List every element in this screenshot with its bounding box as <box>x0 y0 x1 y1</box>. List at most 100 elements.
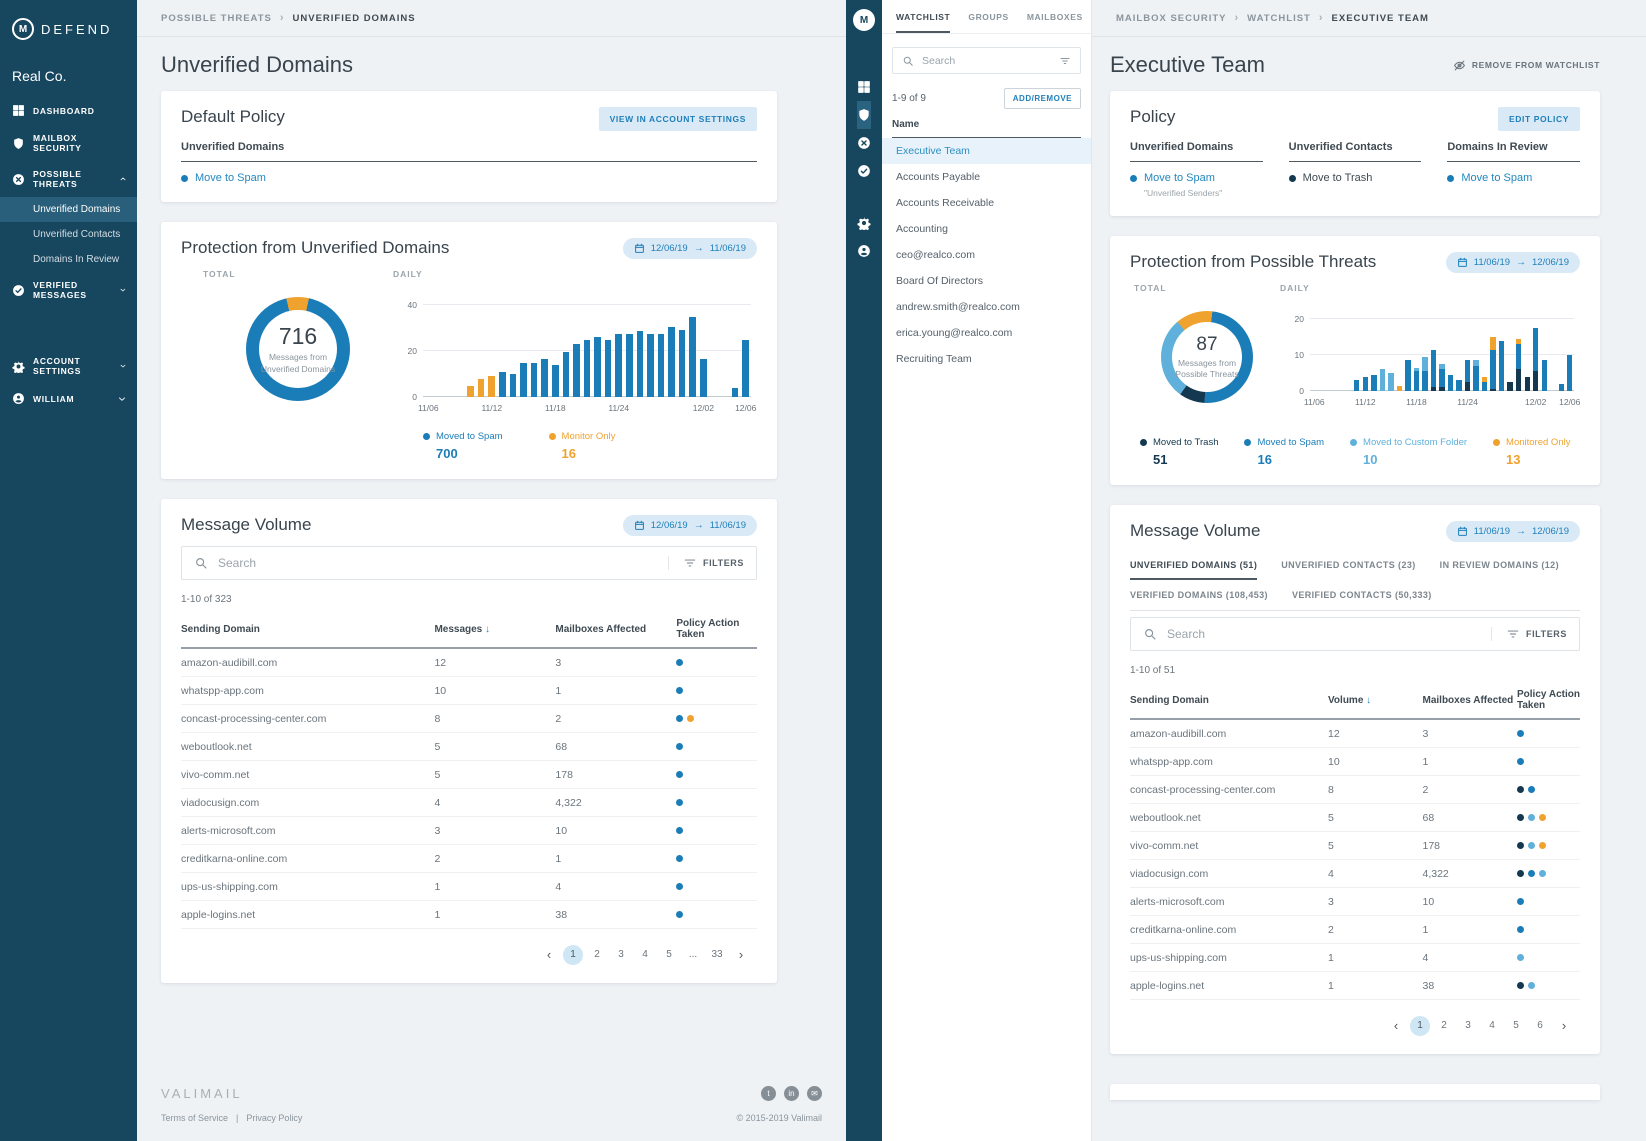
sidebar-subitem-unverified-domains[interactable]: Unverified Domains <box>0 197 137 222</box>
remove-from-watchlist-button[interactable]: REMOVE FROM WATCHLIST <box>1453 59 1600 72</box>
watchlist-item-erica-young-realco-com[interactable]: erica.young@realco.com <box>882 320 1091 346</box>
search-input[interactable] <box>1167 627 1481 641</box>
email-icon[interactable]: ✉ <box>807 1086 822 1101</box>
breadcrumb-unverified-domains[interactable]: UNVERIFIED DOMAINS <box>293 13 416 24</box>
tab-mailboxes[interactable]: MAILBOXES <box>1027 12 1083 33</box>
column-header-policy-action-taken[interactable]: Policy Action Taken <box>1517 682 1580 719</box>
rail-gear-icon[interactable] <box>857 209 871 237</box>
watchlist-item-recruiting-team[interactable]: Recruiting Team <box>882 346 1091 372</box>
table-row[interactable]: ups-us-shipping.com14 <box>1130 944 1580 972</box>
column-header-sending-domain[interactable]: Sending Domain <box>1130 682 1328 719</box>
previous-page-button[interactable]: ‹ <box>539 945 559 965</box>
view-in-account-settings-button[interactable]: VIEW IN ACCOUNT SETTINGS <box>599 107 757 131</box>
table-row[interactable]: apple-logins.net138 <box>181 901 757 929</box>
column-header-messages[interactable]: Messages ↓ <box>434 611 555 648</box>
table-row[interactable]: vivo-comm.net5178 <box>1130 832 1580 860</box>
page-1[interactable]: 1 <box>563 945 583 965</box>
table-row[interactable]: creditkarna-online.com21 <box>181 845 757 873</box>
page-4[interactable]: 4 <box>1482 1016 1502 1036</box>
page-3[interactable]: 3 <box>611 945 631 965</box>
filters-button[interactable]: FILTERS <box>1491 627 1567 641</box>
column-header-mailboxes-affected[interactable]: Mailboxes Affected <box>555 611 676 648</box>
edit-policy-button[interactable]: EDIT POLICY <box>1498 107 1580 131</box>
sidebar-item-verified-messages[interactable]: VERIFIED MESSAGES <box>0 272 137 308</box>
page-2[interactable]: 2 <box>1434 1016 1454 1036</box>
table-row[interactable]: alerts-microsoft.com310 <box>1130 888 1580 916</box>
previous-page-button[interactable]: ‹ <box>1386 1016 1406 1036</box>
sidebar-subitem-domains-in-review[interactable]: Domains In Review <box>0 247 137 272</box>
breadcrumb-executive-team[interactable]: EXECUTIVE TEAM <box>1332 13 1429 24</box>
sidebar-subitem-unverified-contacts[interactable]: Unverified Contacts <box>0 222 137 247</box>
table-row[interactable]: ups-us-shipping.com14 <box>181 873 757 901</box>
date-range-picker[interactable]: 11/06/19 → 12/06/19 <box>1446 521 1580 542</box>
sidebar-item-possible-threats[interactable]: POSSIBLE THREATS <box>0 161 137 197</box>
page-5[interactable]: 5 <box>1506 1016 1526 1036</box>
table-row[interactable]: alerts-microsoft.com310 <box>181 817 757 845</box>
tab-groups[interactable]: GROUPS <box>968 12 1008 33</box>
column-header-mailboxes-affected[interactable]: Mailboxes Affected <box>1423 682 1518 719</box>
linkedin-icon[interactable]: in <box>784 1086 799 1101</box>
table-row[interactable]: weboutlook.net568 <box>181 733 757 761</box>
page-33[interactable]: 33 <box>707 945 727 965</box>
table-row[interactable]: apple-logins.net138 <box>1130 972 1580 1000</box>
date-range-picker[interactable]: 12/06/19 → 11/06/19 <box>623 238 757 259</box>
rail-circle-check-icon[interactable] <box>857 157 871 185</box>
date-range-picker[interactable]: 12/06/19 → 11/06/19 <box>623 515 757 536</box>
filters-button[interactable]: FILTERS <box>668 556 744 570</box>
add-remove-button[interactable]: ADD/REMOVE <box>1004 88 1081 109</box>
page-6[interactable]: 6 <box>1530 1016 1550 1036</box>
footer-link-privacy-policy[interactable]: Privacy Policy <box>246 1113 302 1123</box>
sidebar-item-account-settings[interactable]: ACCOUNT SETTINGS <box>0 348 137 384</box>
footer-link-terms-of-service[interactable]: Terms of Service <box>161 1113 228 1123</box>
page-3[interactable]: 3 <box>1458 1016 1478 1036</box>
watchlist-item-executive-team[interactable]: Executive Team <box>882 138 1091 164</box>
page-4[interactable]: 4 <box>635 945 655 965</box>
rail-person-icon[interactable] <box>857 237 871 265</box>
page-2[interactable]: 2 <box>587 945 607 965</box>
tab-in-review-domains-12[interactable]: IN REVIEW DOMAINS (12) <box>1440 552 1559 580</box>
table-row[interactable]: weboutlook.net568 <box>1130 804 1580 832</box>
date-range-picker[interactable]: 11/06/19 → 12/06/19 <box>1446 252 1580 273</box>
table-row[interactable]: whatspp-app.com101 <box>181 677 757 705</box>
tab-unverified-domains-51[interactable]: UNVERIFIED DOMAINS (51) <box>1130 552 1257 580</box>
table-row[interactable]: viadocusign.com44,322 <box>1130 860 1580 888</box>
column-header-sending-domain[interactable]: Sending Domain <box>181 611 434 648</box>
table-row[interactable]: vivo-comm.net5178 <box>181 761 757 789</box>
watchlist-item-accounts-receivable[interactable]: Accounts Receivable <box>882 190 1091 216</box>
breadcrumb-possible-threats[interactable]: POSSIBLE THREATS <box>161 13 272 24</box>
tab-unverified-contacts-23[interactable]: UNVERIFIED CONTACTS (23) <box>1281 552 1415 580</box>
filter-icon[interactable] <box>1059 55 1071 67</box>
sidebar-item-mailbox-security[interactable]: MAILBOX SECURITY <box>0 125 137 161</box>
rail-circle-x-icon[interactable] <box>857 129 871 157</box>
page-1[interactable]: 1 <box>1410 1016 1430 1036</box>
tab-watchlist[interactable]: WATCHLIST <box>896 12 950 33</box>
column-header-policy-action-taken[interactable]: Policy Action Taken <box>676 611 757 648</box>
watchlist-search-input[interactable] <box>922 55 1051 67</box>
watchlist-item-accounts-payable[interactable]: Accounts Payable <box>882 164 1091 190</box>
breadcrumb-watchlist[interactable]: WATCHLIST <box>1247 13 1311 24</box>
twitter-icon[interactable]: t <box>761 1086 776 1101</box>
next-page-button[interactable]: › <box>1554 1016 1574 1036</box>
table-row[interactable]: concast-processing-center.com82 <box>181 705 757 733</box>
rail-shield-icon[interactable] <box>857 101 871 129</box>
table-row[interactable]: creditkarna-online.com21 <box>1130 916 1580 944</box>
search-input[interactable] <box>218 556 658 570</box>
column-header-volume[interactable]: Volume ↓ <box>1328 682 1423 719</box>
rail-grid-icon[interactable] <box>857 73 871 101</box>
sidebar-item-dashboard[interactable]: DASHBOARD <box>0 96 137 125</box>
watchlist-item-accounting[interactable]: Accounting <box>882 216 1091 242</box>
table-row[interactable]: amazon-audibill.com123 <box>181 648 757 677</box>
page-5[interactable]: 5 <box>659 945 679 965</box>
watchlist-item-board-of-directors[interactable]: Board Of Directors <box>882 268 1091 294</box>
table-row[interactable]: concast-processing-center.com82 <box>1130 776 1580 804</box>
watchlist-item-andrew-smith-realco-com[interactable]: andrew.smith@realco.com <box>882 294 1091 320</box>
next-page-button[interactable]: › <box>731 945 751 965</box>
tab-verified-domains-108-453[interactable]: VERIFIED DOMAINS (108,453) <box>1130 582 1268 610</box>
table-row[interactable]: whatspp-app.com101 <box>1130 748 1580 776</box>
table-row[interactable]: amazon-audibill.com123 <box>1130 719 1580 748</box>
sidebar-item-william[interactable]: WILLIAM <box>0 384 137 413</box>
tab-verified-contacts-50-333[interactable]: VERIFIED CONTACTS (50,333) <box>1292 582 1432 610</box>
breadcrumb-mailbox-security[interactable]: MAILBOX SECURITY <box>1116 13 1226 24</box>
table-row[interactable]: viadocusign.com44,322 <box>181 789 757 817</box>
watchlist-item-ceo-realco-com[interactable]: ceo@realco.com <box>882 242 1091 268</box>
